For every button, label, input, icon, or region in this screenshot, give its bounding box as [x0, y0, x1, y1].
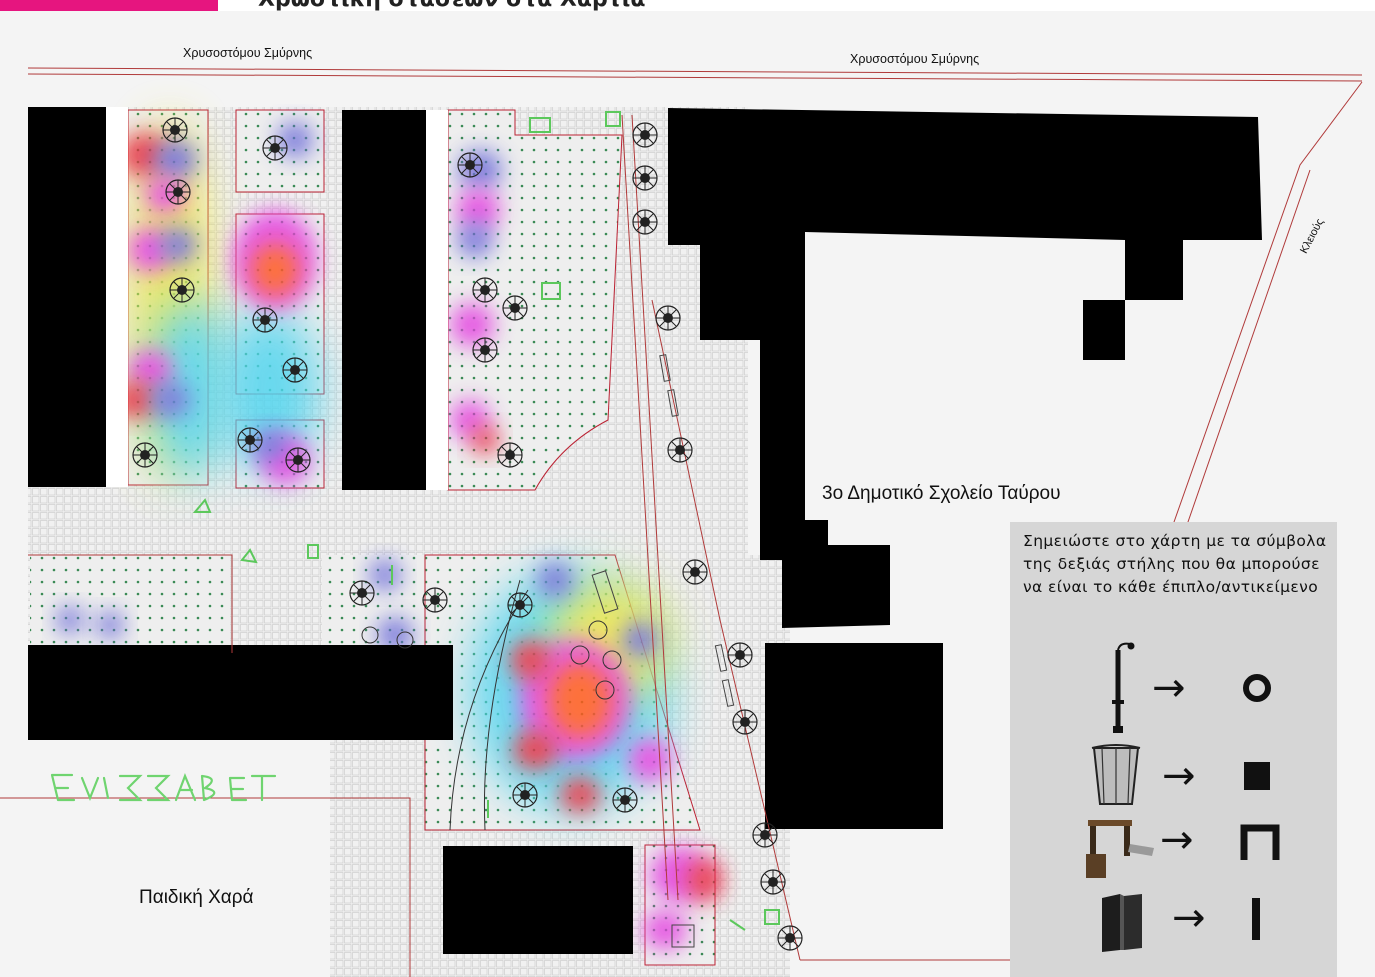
plot-b [235, 109, 325, 193]
page-title: Χρωστική στάσεων στα Χαρτιά [258, 0, 645, 12]
bench-icon [1086, 820, 1154, 878]
legend-row-bin: → [1010, 742, 1337, 814]
handwritten-signature [50, 773, 277, 802]
litter-bin-icon [1091, 744, 1141, 805]
street-label-top-right: Χρυσοστόμου Σμύρνης [850, 52, 980, 66]
street-label-top-left: Χρυσοστόμου Σμύρνης [183, 46, 313, 60]
legend-panel: Σημειώστε στο χάρτη με τα σύμβολα της δε… [1010, 522, 1337, 977]
header-accent-tab [0, 0, 218, 11]
filled-square-symbol-icon [1244, 762, 1270, 790]
circle-symbol-icon [1243, 674, 1271, 702]
vertical-bar-symbol-icon [1252, 898, 1260, 940]
plot-f [30, 555, 230, 645]
playground-label: Παιδική Χαρά [139, 887, 254, 908]
legend-row-bench: → [1010, 814, 1337, 884]
arrow-icon: → [1162, 753, 1196, 799]
lamp-post-icon [1112, 642, 1135, 733]
school-label: 3ο Δημοτικό Σχολείο Ταύρου [822, 483, 1061, 504]
legend-instruction: Σημειώστε στο χάρτη με τα σύμβολα της δε… [1023, 532, 1327, 596]
bench-symbol-icon [1240, 824, 1280, 860]
arrow-icon: → [1160, 817, 1194, 863]
arrow-icon: → [1152, 665, 1186, 711]
bollard-icon [1102, 894, 1142, 952]
legend-row-lamp: → [1010, 640, 1337, 735]
map-canvas[interactable]: Χρωστική στάσεων στα Χαρτιά Χρυσοστόμου … [0, 0, 1375, 977]
arrow-icon: → [1172, 895, 1206, 941]
legend-row-bollard: → [1010, 892, 1337, 962]
